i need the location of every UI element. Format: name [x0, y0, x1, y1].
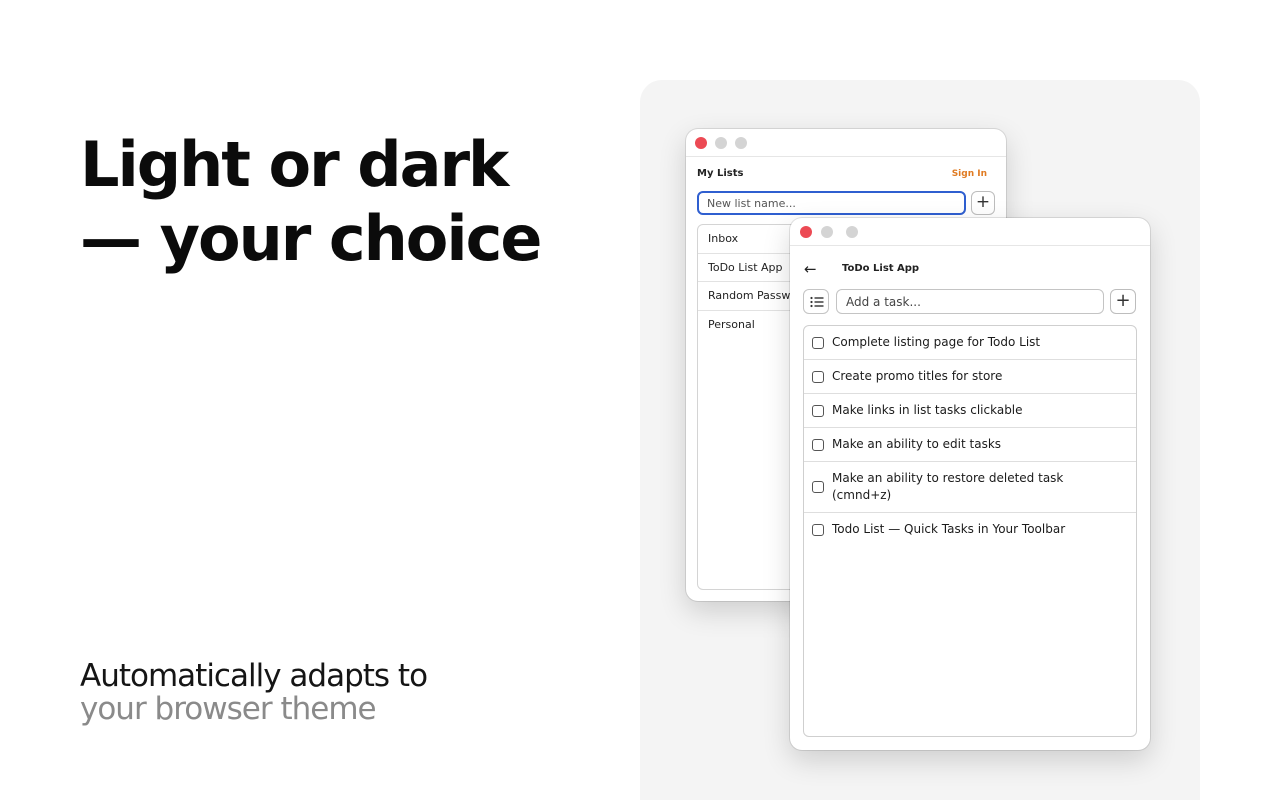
task-checkbox[interactable] [812, 370, 824, 383]
task-checkbox[interactable] [812, 438, 824, 451]
tasks-container: Complete listing page for Todo List Crea… [803, 325, 1137, 737]
plus-icon: + [1115, 290, 1131, 311]
plus-icon: + [975, 192, 991, 212]
task-text[interactable]: Make links in list tasks clickable [832, 403, 1023, 417]
task-row: Create promo titles for store [804, 360, 1136, 394]
headline-line-2: — your choice [80, 202, 542, 275]
close-window-button[interactable] [695, 137, 707, 149]
lists-window-titlebar [686, 129, 1006, 157]
subheadline-line-1: Automatically adapts to [80, 658, 428, 694]
add-task-button[interactable]: + [1110, 289, 1136, 314]
close-window-button[interactable] [800, 226, 812, 238]
add-task-input[interactable] [836, 289, 1104, 314]
zoom-window-button[interactable] [735, 137, 747, 149]
tasks-window-titlebar [790, 218, 1150, 246]
arrow-left-icon[interactable]: ← [804, 260, 817, 278]
task-text[interactable]: Todo List — Quick Tasks in Your Toolbar [832, 522, 1065, 536]
task-checkbox[interactable] [812, 404, 824, 417]
minimize-window-button[interactable] [715, 137, 727, 149]
task-row: Make an ability to edit tasks [804, 428, 1136, 462]
task-row: Complete listing page for Todo List [804, 326, 1136, 360]
add-list-button[interactable]: + [971, 191, 995, 215]
promo-headline: Light or dark — your choice [80, 128, 620, 276]
task-row: Make links in list tasks clickable [804, 394, 1136, 428]
task-checkbox[interactable] [812, 481, 824, 493]
minimize-window-button[interactable] [821, 226, 833, 238]
promo-subheadline: Automatically adapts to your browser the… [80, 660, 600, 726]
sign-in-link[interactable]: Sign In [952, 169, 987, 179]
task-text[interactable]: Create promo titles for store [832, 369, 1002, 383]
list-title: ToDo List App [842, 263, 920, 274]
new-list-input[interactable] [697, 191, 966, 215]
task-row: Todo List — Quick Tasks in Your Toolbar [804, 513, 1136, 547]
task-checkbox[interactable] [812, 336, 824, 349]
lists-header: My Lists Sign In [697, 168, 987, 182]
headline-line-1: Light or dark [80, 128, 509, 201]
zoom-window-button[interactable] [846, 226, 858, 238]
subheadline-line-2: your browser theme [80, 691, 377, 727]
task-checkbox[interactable] [812, 523, 824, 536]
lists-menu-button[interactable] [803, 289, 829, 314]
task-text[interactable]: Make an ability to edit tasks [832, 437, 1001, 451]
task-row: Make an ability to restore deleted task … [804, 462, 1136, 513]
task-text[interactable]: Complete listing page for Todo List [832, 335, 1040, 349]
task-text[interactable]: Make an ability to restore deleted task … [832, 470, 1082, 504]
lists-title: My Lists [697, 168, 744, 179]
list-icon [810, 296, 824, 308]
tasks-window: ← ToDo List App + Complete listing page … [790, 218, 1150, 750]
tasks-header: ← ToDo List App [804, 260, 1104, 280]
